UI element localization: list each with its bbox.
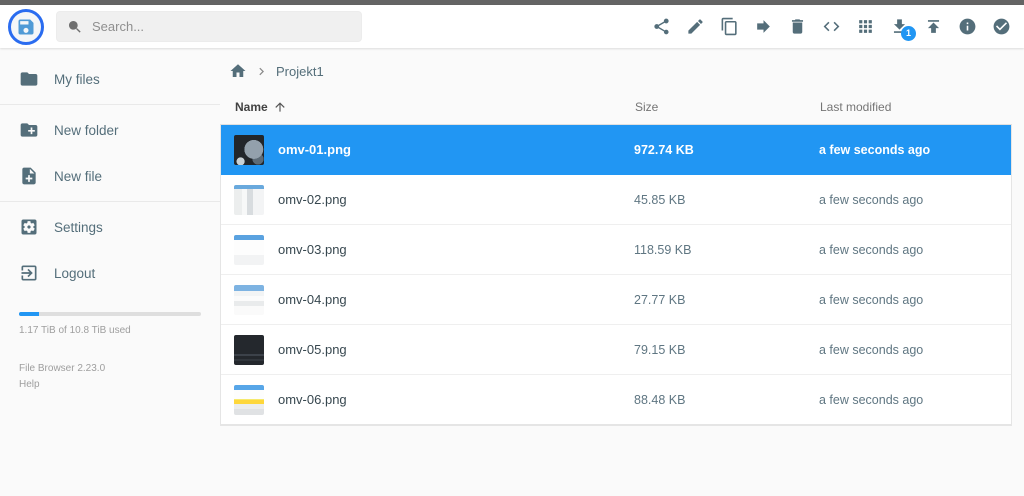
- sidebar: My files New folder New file Settings Lo…: [0, 48, 220, 496]
- file-name: omv-06.png: [278, 392, 347, 407]
- forward-arrow-icon: [757, 20, 770, 33]
- floppy-disk-icon: [18, 19, 34, 34]
- sidebar-item-settings[interactable]: Settings: [0, 204, 220, 250]
- file-name: omv-04.png: [278, 292, 347, 307]
- file-row[interactable]: omv-03.png 118.59 KB a few seconds ago: [221, 225, 1011, 275]
- download-button[interactable]: 1: [889, 16, 916, 41]
- sidebar-item-label: Settings: [54, 219, 103, 235]
- file-modified: a few seconds ago: [819, 192, 924, 207]
- file-size: 27.77 KB: [634, 292, 686, 307]
- sidebar-item-logout[interactable]: Logout: [0, 250, 220, 296]
- file-modified: a few seconds ago: [819, 142, 931, 157]
- column-header-size[interactable]: Size: [635, 100, 820, 114]
- usage-text: 1.17 TiB of 10.8 TiB used: [19, 325, 131, 336]
- share-icon: [654, 18, 669, 35]
- content-area: Projekt1 Name Size Last modified omv-01.…: [220, 48, 1024, 496]
- help-link[interactable]: Help: [19, 379, 40, 390]
- file-list: omv-01.png 972.74 KB a few seconds ago o…: [220, 125, 1012, 426]
- about-block: File Browser 2.23.0 Help: [0, 336, 220, 392]
- file-modified: a few seconds ago: [819, 242, 924, 257]
- upload-icon: [927, 20, 940, 33]
- file-row[interactable]: omv-04.png 27.77 KB a few seconds ago: [221, 275, 1011, 325]
- select-button[interactable]: [991, 16, 1012, 37]
- sidebar-item-my-files[interactable]: My files: [0, 56, 220, 102]
- info-button[interactable]: [957, 16, 978, 37]
- file-name: omv-01.png: [278, 142, 351, 157]
- file-row[interactable]: omv-01.png 972.74 KB a few seconds ago: [221, 125, 1011, 175]
- delete-button[interactable]: [787, 16, 808, 37]
- file-thumbnail: [234, 134, 264, 165]
- usage-progress-track: [19, 312, 201, 316]
- sort-ascending-icon: [275, 102, 285, 112]
- breadcrumb: Projekt1: [220, 60, 1012, 90]
- sidebar-item-label: New folder: [54, 122, 119, 138]
- file-name: omv-05.png: [278, 342, 347, 357]
- file-thumbnail: [234, 284, 264, 315]
- search-icon: [69, 20, 81, 33]
- usage-progress-fill: [19, 312, 40, 316]
- pencil-icon: [688, 19, 703, 34]
- new-file-icon: [22, 167, 36, 185]
- file-modified: a few seconds ago: [819, 392, 924, 407]
- folder-icon: [20, 72, 38, 86]
- logout-icon: [21, 265, 37, 281]
- copy-button[interactable]: [719, 16, 740, 37]
- file-row[interactable]: omv-05.png 79.15 KB a few seconds ago: [221, 325, 1011, 375]
- app-version: File Browser 2.23.0: [19, 363, 106, 374]
- trash-icon: [791, 19, 804, 34]
- file-name: omv-03.png: [278, 242, 347, 257]
- copy-icon: [721, 17, 737, 36]
- sidebar-item-label: New file: [54, 168, 103, 184]
- app-logo[interactable]: [8, 8, 44, 45]
- file-size: 88.48 KB: [634, 392, 686, 407]
- sidebar-item-new-folder[interactable]: New folder: [0, 107, 220, 153]
- move-button[interactable]: [753, 16, 774, 37]
- share-button[interactable]: [651, 16, 672, 37]
- home-icon[interactable]: [229, 62, 247, 80]
- file-size: 45.85 KB: [634, 192, 686, 207]
- file-name: omv-02.png: [278, 192, 347, 207]
- sidebar-divider: [0, 104, 220, 105]
- info-icon: [959, 18, 976, 35]
- listing-header: Name Size Last modified: [220, 90, 1012, 125]
- sidebar-item-label: Logout: [54, 265, 96, 281]
- check-circle-icon: [993, 18, 1010, 35]
- file-modified: a few seconds ago: [819, 292, 924, 307]
- sidebar-divider: [0, 201, 220, 202]
- file-size: 972.74 KB: [634, 142, 694, 157]
- file-thumbnail: [234, 184, 264, 215]
- download-count-badge: 1: [901, 26, 916, 41]
- file-modified: a few seconds ago: [819, 342, 924, 357]
- code-brackets-icon: [823, 21, 840, 32]
- raw-view-button[interactable]: [821, 16, 842, 37]
- file-size: 79.15 KB: [634, 342, 686, 357]
- grid-view-icon: [859, 20, 872, 33]
- file-thumbnail: [234, 334, 264, 365]
- new-folder-icon: [20, 123, 38, 137]
- chevron-right-icon: [259, 67, 264, 75]
- file-size: 118.59 KB: [634, 242, 692, 257]
- file-thumbnail: [234, 384, 264, 415]
- settings-icon: [21, 219, 37, 235]
- file-thumbnail: [234, 234, 264, 265]
- sidebar-item-new-file[interactable]: New file: [0, 153, 220, 199]
- upload-button[interactable]: [923, 16, 944, 37]
- sidebar-item-label: My files: [54, 71, 100, 87]
- storage-usage: 1.17 TiB of 10.8 TiB used: [0, 296, 220, 336]
- rename-button[interactable]: [685, 16, 706, 37]
- app-header: 1: [0, 5, 1024, 48]
- search-box[interactable]: [56, 11, 362, 42]
- file-row[interactable]: omv-06.png 88.48 KB a few seconds ago: [221, 375, 1011, 425]
- switch-view-button[interactable]: [855, 16, 876, 37]
- file-row[interactable]: omv-02.png 45.85 KB a few seconds ago: [221, 175, 1011, 225]
- column-header-modified[interactable]: Last modified: [820, 100, 1012, 114]
- column-header-name[interactable]: Name: [220, 100, 635, 114]
- breadcrumb-folder[interactable]: Projekt1: [276, 64, 324, 79]
- search-input[interactable]: [92, 19, 351, 34]
- toolbar-actions: 1: [651, 16, 1012, 41]
